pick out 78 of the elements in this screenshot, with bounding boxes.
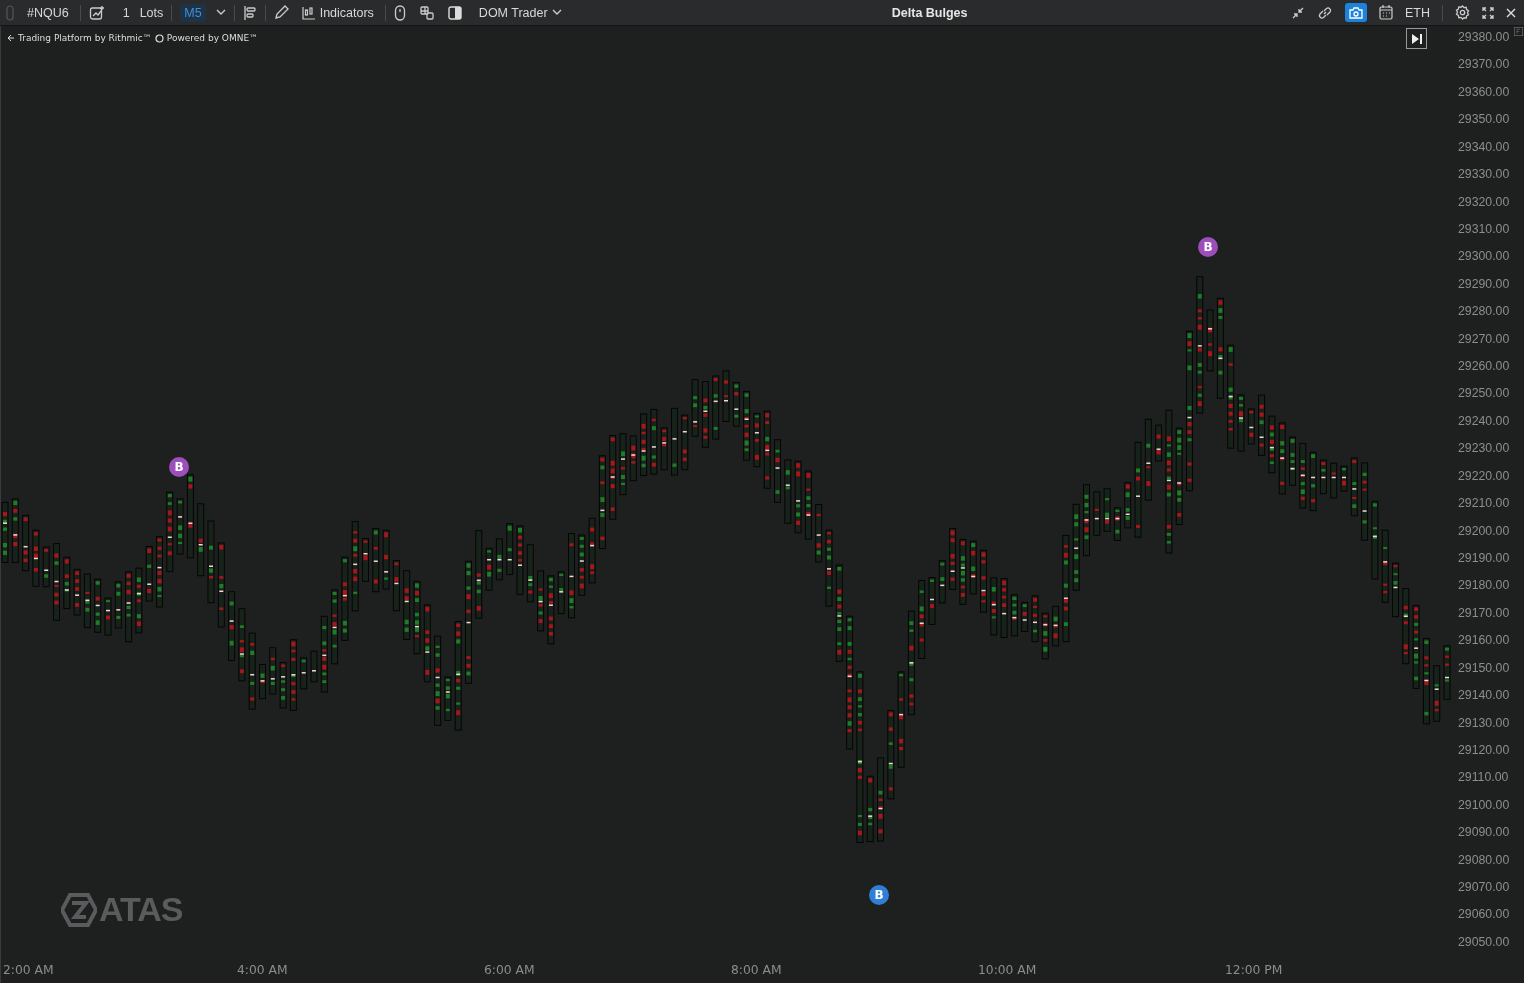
signal-marker: B [169, 457, 189, 477]
arrow-icon [7, 34, 15, 42]
price-label: 29170.00 [1458, 605, 1510, 620]
signal-marker: B [1198, 237, 1218, 257]
price-label: 29160.00 [1458, 633, 1510, 648]
price-label: 29150.00 [1458, 660, 1510, 675]
price-label: 29280.00 [1458, 304, 1510, 319]
quantity-value: 1 [122, 5, 130, 20]
signal-marker: B [869, 885, 889, 905]
price-label: 29270.00 [1458, 331, 1510, 346]
price-label: 29310.00 [1458, 221, 1510, 236]
scroll-to-end-button[interactable] [1406, 28, 1427, 49]
settings-icon[interactable] [1455, 5, 1470, 20]
price-label: 29140.00 [1458, 688, 1510, 703]
price-label: 29320.00 [1458, 194, 1510, 209]
mouse-icon[interactable] [393, 4, 406, 21]
time-label: 8:00 AM [731, 963, 782, 977]
calendar-icon[interactable] [1379, 5, 1393, 20]
quantity-unit: Lots [139, 5, 164, 20]
expand-icon[interactable] [1482, 6, 1494, 19]
price-label: 29190.00 [1458, 550, 1510, 565]
session-button[interactable]: ETH [1405, 5, 1430, 20]
dom-trader-button[interactable]: DOM Trader [475, 3, 565, 22]
price-label: 29230.00 [1458, 441, 1510, 456]
camera-icon [1349, 6, 1363, 19]
pencil-icon[interactable] [273, 5, 289, 20]
price-label: 29340.00 [1458, 139, 1510, 154]
layout-icon[interactable] [419, 5, 434, 20]
price-label: 29300.00 [1458, 249, 1510, 264]
price-label: 29240.00 [1458, 413, 1510, 428]
price-label: 29330.00 [1458, 167, 1510, 182]
price-label: 29050.00 [1458, 934, 1510, 949]
window-title: Delta Bulges [891, 5, 968, 20]
price-label: 29110.00 [1458, 770, 1509, 785]
indicators-button[interactable]: Indicators [298, 3, 377, 22]
price-label: 29080.00 [1458, 852, 1510, 867]
price-label: 29260.00 [1458, 359, 1510, 374]
toggle-icon[interactable] [6, 4, 14, 21]
square-icon[interactable] [1514, 27, 1523, 36]
price-label: 29120.00 [1458, 742, 1510, 757]
logo-text: ATAS [99, 890, 183, 929]
link-icon[interactable] [1317, 4, 1333, 21]
powered-by-text: Powered by OMNE™ [166, 33, 259, 43]
symbol-button[interactable]: #NQU6 [24, 3, 72, 22]
timeframe-button[interactable]: M5 [180, 3, 206, 22]
price-label: 29250.00 [1458, 386, 1510, 401]
price-label: 29210.00 [1458, 496, 1510, 511]
price-label: 29380.00 [1458, 30, 1510, 44]
time-label: 10:00 AM [978, 963, 1037, 977]
price-label: 29130.00 [1458, 715, 1510, 730]
circle-icon [154, 33, 164, 43]
time-label: 12:00 PM [1225, 963, 1283, 977]
skip-to-end-icon [1410, 32, 1423, 45]
price-label: 29370.00 [1458, 57, 1510, 72]
panel-icon[interactable] [447, 5, 462, 20]
price-label: 29100.00 [1458, 797, 1510, 812]
logo-icon [61, 892, 97, 927]
time-label: 6:00 AM [484, 963, 535, 977]
align-icon[interactable] [242, 4, 257, 21]
price-label: 29360.00 [1458, 84, 1510, 99]
price-label: 29290.00 [1458, 276, 1510, 291]
price-label: 29090.00 [1458, 825, 1510, 840]
indicators-icon [301, 5, 316, 20]
credits-text: Trading Platform by Rithmic™ [18, 33, 152, 43]
price-label: 29200.00 [1458, 523, 1510, 538]
collapse-icon[interactable] [1291, 5, 1305, 20]
price-label: 29220.00 [1458, 468, 1510, 483]
time-label: 2:00 AM [3, 963, 54, 977]
screenshot-button[interactable] [1345, 3, 1367, 22]
chevron-down-icon [551, 9, 562, 16]
price-label: 29060.00 [1458, 907, 1510, 922]
chart-plus-icon[interactable] [88, 4, 105, 21]
price-label: 29350.00 [1458, 112, 1510, 127]
time-label: 4:00 AM [237, 963, 288, 977]
chevron-down-icon[interactable] [215, 9, 226, 16]
price-label: 29180.00 [1458, 578, 1510, 593]
price-label: 29070.00 [1458, 880, 1510, 894]
close-icon[interactable] [1506, 7, 1516, 18]
